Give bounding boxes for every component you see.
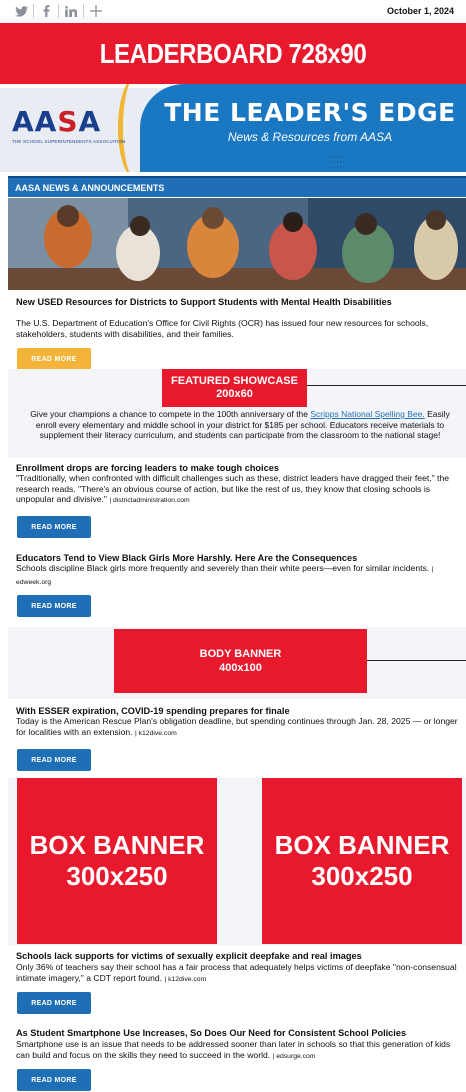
article-title[interactable]: As Student Smartphone Use Increases, So … — [16, 1028, 460, 1039]
facebook-icon[interactable] — [37, 4, 55, 18]
leaderboard-label: LEADERBOARD 728x90 — [99, 37, 367, 69]
callout-line — [307, 385, 466, 386]
dots-decoration: ∙∙∙∙∙ ∙∙∙∙∙ ∙∙∙∙∙ — [330, 152, 347, 171]
article-summary: Schools discipline Black girls more freq… — [16, 563, 434, 586]
featured-showcase-ad[interactable]: FEATURED SHOWCASE 200x60 — [162, 369, 307, 407]
callout-line — [367, 660, 466, 661]
newsletter-title: THE LEADER'S EDGE — [164, 98, 456, 127]
masthead: AASA THE SCHOOL SUPERINTENDENTS ASSOCIAT… — [0, 84, 466, 172]
hero-image — [8, 198, 466, 290]
body-banner-ad[interactable]: BODY BANNER 400x100 — [114, 629, 367, 693]
article-summary: Smartphone use is an issue that needs to… — [16, 1039, 451, 1060]
read-more-button[interactable]: READ MORE — [17, 595, 91, 617]
article-source: | k12dive.com — [134, 729, 177, 737]
read-more-button[interactable]: READ MORE — [17, 348, 91, 370]
box-banner-ad-right[interactable]: BOX BANNER 300x250 — [262, 778, 462, 944]
article-title[interactable]: Schools lack supports for victims of sex… — [16, 951, 460, 962]
showcase-label: FEATURED SHOWCASE — [171, 375, 298, 387]
banner-size: 300x250 — [66, 861, 168, 891]
article-summary: "Traditionally, when confronted with dif… — [16, 473, 450, 505]
leaderboard-banner[interactable]: LEADERBOARD 728x90 — [0, 23, 466, 84]
read-more-button[interactable]: READ MORE — [17, 516, 91, 538]
section-heading: AASA NEWS & ANNOUNCEMENTS — [15, 183, 165, 193]
divider — [33, 4, 34, 18]
newsletter-subtitle: News & Resources from AASA — [227, 130, 393, 144]
divider — [58, 4, 59, 18]
article-summary: Today is the American Rescue Plan's obli… — [16, 716, 458, 737]
article-summary: The U.S. Department of Education's Offic… — [16, 318, 429, 339]
banner-label: BODY BANNER — [199, 648, 282, 660]
issue-date: October 1, 2024 — [386, 6, 454, 16]
article-source: | edsurge.com — [272, 1052, 316, 1060]
linkedin-icon[interactable] — [62, 4, 80, 18]
showcase-size: 200x60 — [216, 388, 253, 400]
aasa-logo[interactable]: AASA THE SCHOOL SUPERINTENDENTS ASSOCIAT… — [12, 105, 126, 145]
top-bar: October 1, 2024 — [0, 0, 466, 22]
social-links — [12, 4, 105, 18]
box-banner-ad-left[interactable]: BOX BANNER 300x250 — [17, 778, 217, 944]
logo-wordmark: AASA — [12, 105, 102, 138]
plus-icon[interactable] — [87, 4, 105, 18]
showcase-text: Give your champions a chance to compete … — [30, 409, 450, 440]
banner-size: 400x100 — [219, 662, 262, 674]
logo-subtitle: THE SCHOOL SUPERINTENDENTS ASSOCIATION — [12, 139, 126, 144]
article-title[interactable]: New USED Resources for Districts to Supp… — [16, 297, 460, 308]
read-more-button[interactable]: READ MORE — [17, 749, 91, 771]
banner-label: BOX BANNER — [274, 830, 450, 860]
banner-size: 300x250 — [311, 861, 413, 891]
twitter-icon[interactable] — [12, 4, 30, 18]
divider — [83, 4, 84, 18]
banner-label: BOX BANNER — [29, 830, 205, 860]
article-source: | k12dive.com — [164, 975, 207, 983]
article-source: | districtadministration.com — [109, 497, 190, 505]
section-header: AASA NEWS & ANNOUNCEMENTS — [8, 176, 466, 197]
read-more-button[interactable]: READ MORE — [17, 992, 91, 1014]
spelling-bee-link[interactable]: Scripps National Spelling Bee. — [310, 409, 424, 419]
article-summary: Only 36% of teachers say their school ha… — [16, 962, 457, 983]
read-more-button[interactable]: READ MORE — [17, 1069, 91, 1091]
